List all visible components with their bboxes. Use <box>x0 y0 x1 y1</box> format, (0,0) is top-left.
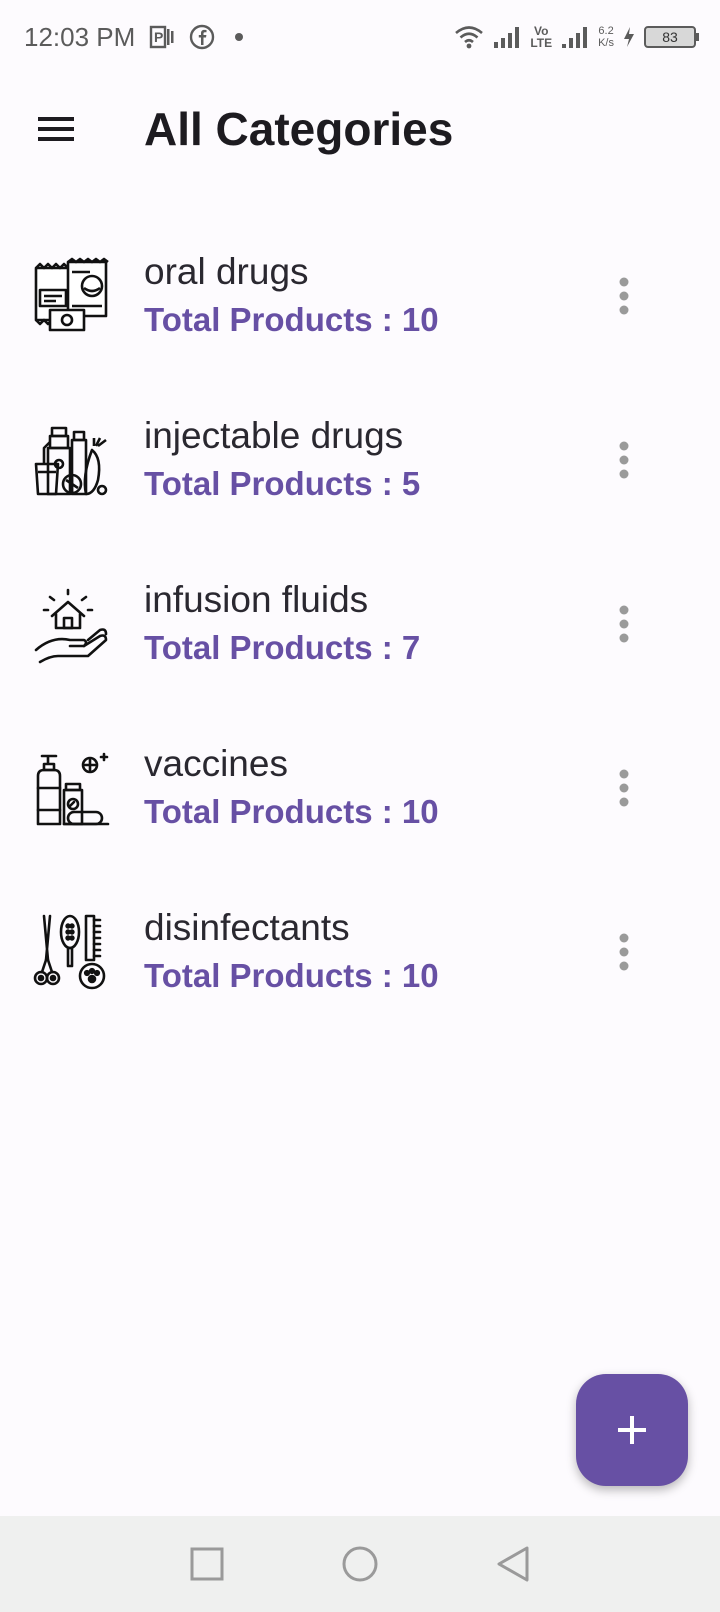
category-icon-wrap <box>30 910 114 994</box>
square-icon <box>190 1547 224 1581</box>
category-item-infusion-fluids[interactable]: infusion fluids Total Products : 7 <box>0 542 720 706</box>
category-list: oral drugs Total Products : 10 injectabl… <box>0 214 720 1034</box>
category-text: oral drugs Total Products : 10 <box>144 248 439 344</box>
category-count: Total Products : 10 <box>144 957 439 994</box>
network-speed-value: 6.2 <box>598 25 614 37</box>
charging-icon <box>624 27 634 47</box>
facebook-icon <box>190 24 215 50</box>
more-vert-icon <box>619 769 629 807</box>
page-title: All Categories <box>144 103 454 155</box>
more-vert-icon <box>619 605 629 643</box>
category-icon-wrap <box>30 582 114 666</box>
category-text: disinfectants Total Products : 10 <box>144 904 439 1000</box>
more-options-button[interactable] <box>604 758 644 818</box>
wifi-icon <box>455 26 484 49</box>
add-category-button[interactable] <box>576 1374 688 1486</box>
groceries-bottles-icon <box>34 426 108 496</box>
pet-grooming-tools-icon <box>33 914 106 990</box>
soap-dispenser-icon <box>36 752 110 826</box>
category-item-vaccines[interactable]: vaccines Total Products : 10 <box>0 706 720 870</box>
category-icon-wrap <box>30 418 114 502</box>
volte-indicator: Vo LTE <box>530 25 552 49</box>
home-button[interactable] <box>330 1534 390 1594</box>
network-speed-unit: K/s <box>598 37 614 49</box>
more-options-button[interactable] <box>604 922 644 982</box>
category-item-oral-drugs[interactable]: oral drugs Total Products : 10 <box>0 214 720 378</box>
category-count: Total Products : 7 <box>144 629 421 666</box>
category-name: oral drugs <box>144 251 309 292</box>
recents-button[interactable] <box>177 1534 237 1594</box>
house-on-hand-icon <box>34 588 108 664</box>
category-item-disinfectants[interactable]: disinfectants Total Products : 10 <box>0 870 720 1034</box>
more-vert-icon <box>619 441 629 479</box>
category-name: disinfectants <box>144 907 350 948</box>
svg-text:P: P <box>154 29 163 45</box>
category-name: infusion fluids <box>144 579 369 620</box>
hamburger-menu-icon <box>38 117 74 141</box>
more-options-button[interactable] <box>604 594 644 654</box>
parking-app-icon: P <box>150 25 174 49</box>
status-bar: 12:03 PM P Vo LTE 6.2 K/s 83 <box>0 0 720 74</box>
category-icon-wrap <box>30 746 114 830</box>
notification-icons: P <box>149 24 249 50</box>
circle-icon <box>342 1546 378 1582</box>
signal-icon <box>494 27 520 48</box>
dot-icon <box>235 33 244 41</box>
category-name: injectable drugs <box>144 415 404 456</box>
volte-bottom-label: LTE <box>530 36 553 50</box>
category-text: vaccines Total Products : 10 <box>144 740 439 836</box>
system-nav-bar <box>0 1516 720 1612</box>
signal-2-icon <box>562 27 588 48</box>
system-indicators: Vo LTE 6.2 K/s 83 <box>454 24 699 50</box>
more-vert-icon <box>619 933 629 971</box>
add-icon <box>618 1416 646 1444</box>
category-count: Total Products : 10 <box>144 301 439 338</box>
category-text: infusion fluids Total Products : 7 <box>144 576 420 672</box>
battery-indicator: 83 <box>644 26 699 48</box>
more-options-button[interactable] <box>604 266 644 326</box>
category-item-injectable-drugs[interactable]: injectable drugs Total Products : 5 <box>0 378 720 542</box>
category-name: vaccines <box>144 743 288 784</box>
category-count: Total Products : 10 <box>144 793 439 830</box>
category-text: injectable drugs Total Products : 5 <box>144 412 420 508</box>
category-count: Total Products : 5 <box>144 465 421 502</box>
more-options-button[interactable] <box>604 430 644 490</box>
network-speed: 6.2 K/s <box>598 25 614 49</box>
app-bar: All Categories <box>0 74 720 184</box>
triangle-back-icon <box>497 1546 529 1582</box>
category-icon-wrap <box>30 254 114 338</box>
menu-button[interactable] <box>28 101 84 157</box>
back-button[interactable] <box>483 1534 543 1594</box>
snack-packages-icon <box>34 257 109 332</box>
more-vert-icon <box>619 277 629 315</box>
status-time: 12:03 PM <box>24 21 136 52</box>
